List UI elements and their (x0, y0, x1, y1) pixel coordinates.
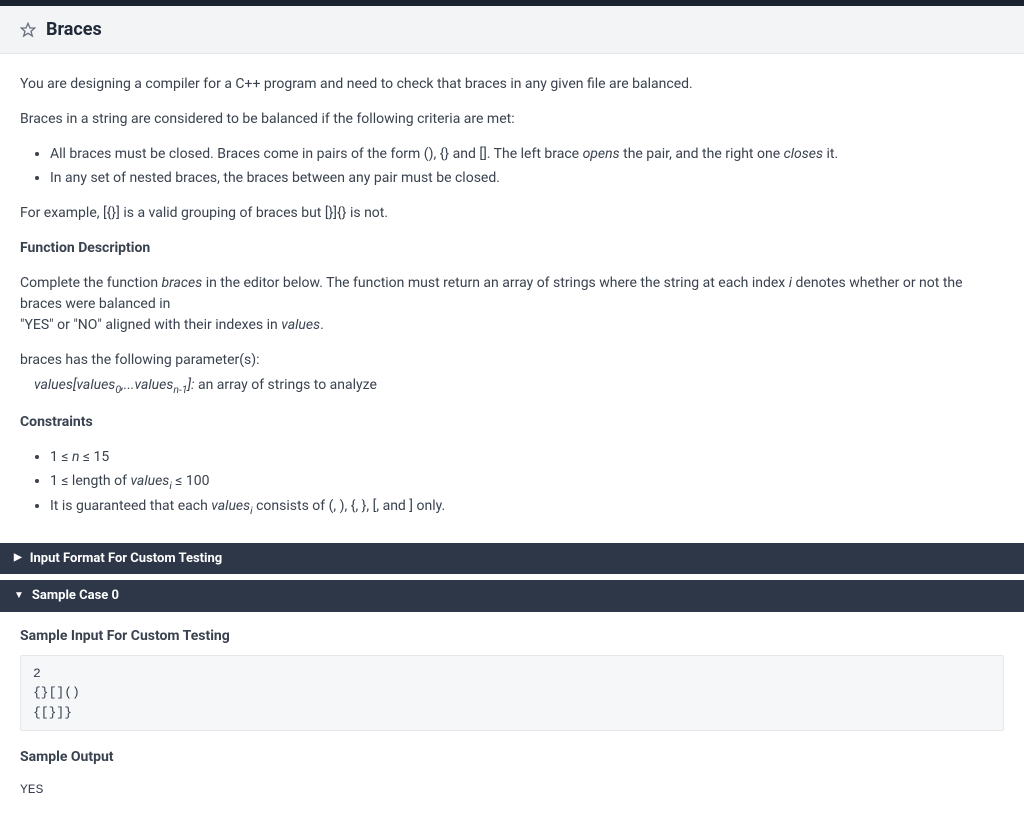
triangle-right-icon: ▶ (14, 553, 22, 563)
intro-paragraph: You are designing a compiler for a C++ p… (20, 74, 1004, 95)
accordion-label: Input Format For Custom Testing (30, 549, 223, 569)
example-paragraph: For example, [{}] is a valid grouping of… (20, 203, 1004, 224)
constraints-list: 1 ≤ n ≤ 15 1 ≤ length of valuesi ≤ 100 I… (20, 447, 1004, 519)
params-intro: braces has the following parameter(s): (20, 350, 1004, 371)
criteria-intro: Braces in a string are considered to be … (20, 109, 1004, 130)
sample-input-head: Sample Input For Custom Testing (20, 626, 1004, 647)
star-icon[interactable] (20, 22, 36, 38)
problem-content: You are designing a compiler for a C++ p… (0, 54, 1024, 537)
accordion-label: Sample Case 0 (32, 586, 119, 606)
accordion-input-format[interactable]: ▶ Input Format For Custom Testing (0, 543, 1024, 575)
triangle-down-icon: ▼ (14, 591, 24, 601)
criteria-item-2: In any set of nested braces, the braces … (50, 168, 1004, 189)
constraints-head: Constraints (20, 412, 1004, 433)
function-description-head: Function Description (20, 238, 1004, 259)
sample-output-head: Sample Output (20, 747, 1004, 768)
constraint-item-3: It is guaranteed that each valuesi consi… (50, 496, 1004, 519)
criteria-item-1: All braces must be closed. Braces come i… (50, 144, 1004, 165)
accordion-sample-case-0[interactable]: ▼ Sample Case 0 (0, 580, 1024, 612)
problem-title: Braces (46, 16, 102, 43)
function-description-body: Complete the function braces in the edit… (20, 273, 1004, 336)
constraint-item-1: 1 ≤ n ≤ 15 (50, 447, 1004, 468)
sample-output-code: YES (20, 776, 1004, 804)
param-line: values[values0,...valuesn-1]: an array o… (20, 375, 1004, 398)
sample-input-code: 2 {}[]() {[}]} (20, 655, 1004, 732)
sample-case-0-body: Sample Input For Custom Testing 2 {}[]()… (0, 612, 1024, 804)
problem-header: Braces (0, 6, 1024, 54)
constraint-item-2: 1 ≤ length of valuesi ≤ 100 (50, 471, 1004, 494)
criteria-list: All braces must be closed. Braces come i… (20, 144, 1004, 189)
